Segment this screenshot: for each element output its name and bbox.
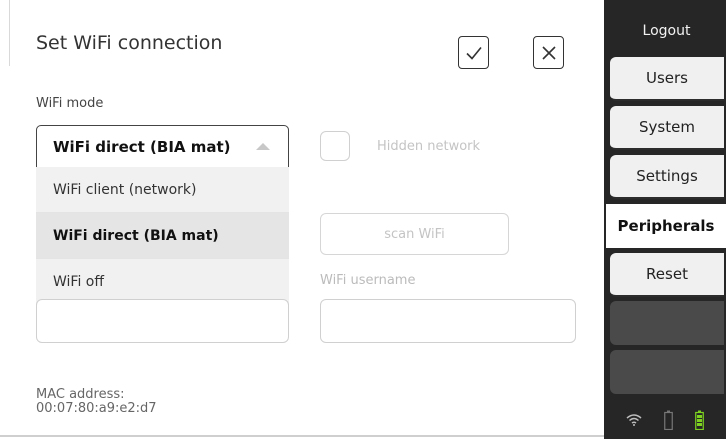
option-wifi-client[interactable]: WiFi client (network) [36, 167, 289, 213]
wifi-username-label: WiFi username [320, 273, 416, 288]
hidden-network-checkbox[interactable] [320, 131, 350, 161]
charged-battery-icon [695, 410, 704, 430]
panel-divider [9, 0, 10, 66]
status-bar [604, 400, 726, 439]
sidebar-item-empty-1 [610, 301, 724, 345]
wifi-icon [626, 414, 642, 426]
hidden-network-label: Hidden network [377, 139, 481, 154]
wifi-mode-label: WiFi mode [36, 96, 104, 111]
sidebar-item-users[interactable]: Users [610, 57, 724, 101]
sidebar-item-peripherals[interactable]: Peripherals [606, 204, 726, 248]
sidebar-item-settings[interactable]: Settings [610, 155, 724, 199]
bottom-border [0, 435, 604, 437]
wifi-mode-select[interactable]: WiFi direct (BIA mat) [36, 125, 289, 167]
wifi-username-field[interactable] [320, 299, 576, 343]
wifi-network-field[interactable] [36, 299, 289, 343]
sidebar-item-reset[interactable]: Reset [610, 253, 724, 297]
mac-address: MAC address: 00:07:80:a9:e2:d7 [36, 388, 157, 416]
wifi-mode-dropdown: WiFi client (network) WiFi direct (BIA m… [36, 167, 289, 305]
scan-wifi-button[interactable]: scan WiFi [320, 213, 509, 255]
option-wifi-direct[interactable]: WiFi direct (BIA mat) [36, 213, 289, 259]
empty-battery-icon [664, 410, 673, 430]
chevron-up-icon [256, 143, 270, 150]
page-title: Set WiFi connection [36, 32, 223, 54]
sidebar-item-empty-2 [610, 350, 724, 394]
checkmark-icon [465, 46, 482, 60]
confirm-button[interactable] [458, 36, 489, 69]
logout-button[interactable]: Logout [607, 8, 726, 54]
sidebar-item-system[interactable]: System [610, 106, 724, 150]
cancel-button[interactable] [533, 36, 564, 69]
mac-address-label: MAC address: [36, 387, 125, 402]
wifi-mode-selected-value: WiFi direct (BIA mat) [53, 137, 231, 156]
close-icon [541, 45, 556, 60]
settings-panel: Set WiFi connection WiFi mode WiFi direc… [0, 0, 604, 439]
mac-address-value: 00:07:80:a9:e2:d7 [36, 401, 157, 416]
